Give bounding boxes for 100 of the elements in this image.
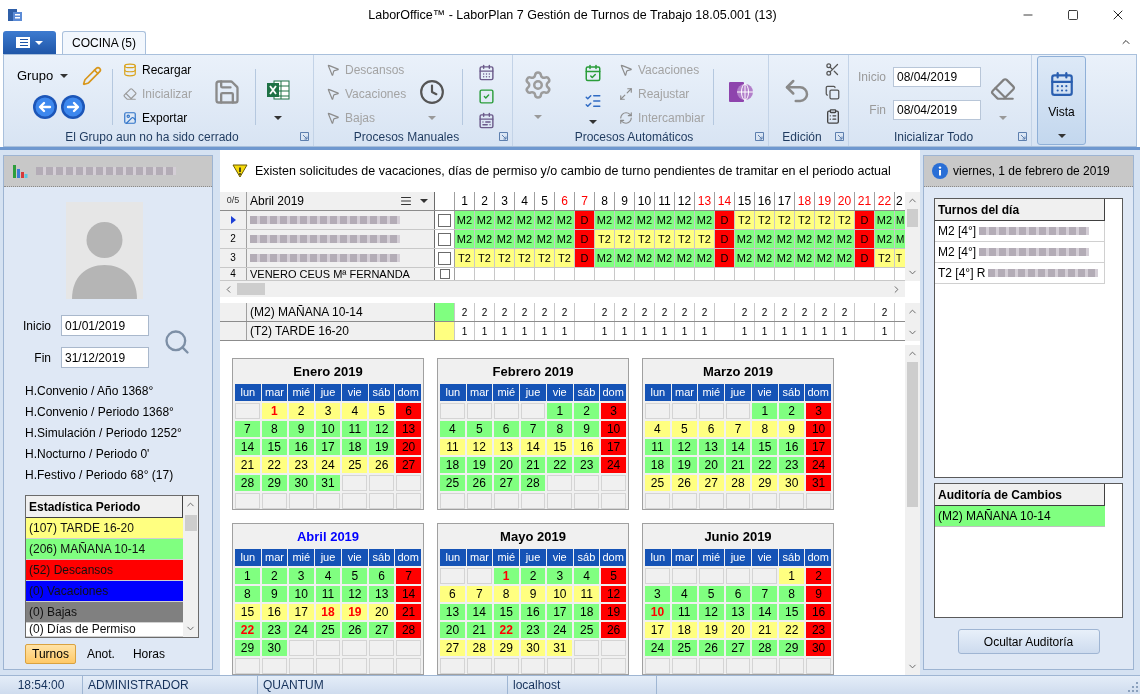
view-button[interactable]: Vista	[1037, 56, 1086, 145]
shift-cell[interactable]: M2	[755, 230, 775, 248]
shift-cell[interactable]: T2	[515, 249, 535, 267]
eraser-icon[interactable]	[988, 76, 1018, 102]
shift-cell[interactable]: M2	[495, 230, 515, 248]
row-header[interactable]: 2	[220, 230, 247, 248]
day-cell[interactable]: 3	[315, 403, 341, 419]
day-cell[interactable]: 2	[288, 403, 314, 419]
day-cell[interactable]: 17	[315, 439, 341, 455]
day-cell[interactable]: 19	[601, 604, 626, 620]
day-cell[interactable]: 4	[645, 421, 670, 437]
day-cell[interactable]: 4	[671, 586, 697, 602]
day-cell[interactable]: 18	[342, 439, 368, 455]
tab[interactable]: Horas	[125, 644, 172, 664]
day-cell[interactable]: 23	[288, 457, 314, 473]
day-cell[interactable]: 7	[396, 568, 421, 584]
day-cell[interactable]: 15	[547, 439, 573, 455]
day-cell[interactable]: 5	[671, 421, 697, 437]
day-cell[interactable]: 21	[752, 622, 778, 638]
day-cell[interactable]: 20	[493, 457, 519, 473]
scroll-thumb[interactable]	[184, 515, 197, 531]
day-cell[interactable]: 24	[645, 640, 670, 656]
shift-label[interactable]: T2 [4°] R	[938, 264, 986, 282]
shift-cell[interactable]: M2	[755, 249, 775, 267]
day-cell[interactable]: 27	[725, 640, 751, 656]
day-cell[interactable]: 20	[369, 604, 395, 620]
shift-cell[interactable]: T2	[755, 211, 775, 229]
scroll-thumb[interactable]	[907, 362, 918, 507]
shift-cell[interactable]: T2	[495, 249, 515, 267]
clipboard-icon[interactable]	[825, 108, 841, 125]
day-cell[interactable]: 5	[369, 403, 395, 419]
day-cell[interactable]: 9	[261, 586, 287, 602]
day-cell[interactable]: 20	[698, 457, 724, 473]
shift-cell[interactable]: M2	[735, 230, 755, 248]
day-cell[interactable]: 25	[342, 457, 368, 473]
day-cell[interactable]: 7	[520, 421, 546, 437]
day-cell[interactable]: 30	[261, 640, 287, 656]
day-cell[interactable]: 21	[520, 457, 546, 473]
shift-cell[interactable]: T2	[655, 230, 675, 248]
day-cell[interactable]: 18	[440, 457, 465, 473]
shift-cell[interactable]: T	[895, 249, 905, 267]
day-cell[interactable]: 20	[396, 439, 421, 455]
day-cell[interactable]: 19	[671, 457, 697, 473]
day-cell[interactable]: 1	[235, 568, 260, 584]
day-cell[interactable]: 4	[440, 421, 465, 437]
day-cell[interactable]: 20	[725, 622, 751, 638]
day-cell[interactable]: 10	[547, 586, 573, 602]
shift-cell[interactable]: D	[715, 230, 735, 248]
scroll-thumb[interactable]	[237, 283, 265, 295]
shift-cell[interactable]: D	[855, 230, 875, 248]
checkbox[interactable]	[439, 269, 450, 279]
day-cell[interactable]: 11	[342, 421, 368, 437]
shift-cell[interactable]: T2	[595, 230, 615, 248]
shift-cell[interactable]: M2	[835, 249, 855, 267]
day-cell[interactable]: 9	[574, 421, 600, 437]
day-cell[interactable]: 7	[752, 586, 778, 602]
shift-cell[interactable]: M2	[635, 249, 655, 267]
day-cell[interactable]: 7	[725, 421, 751, 437]
day-cell[interactable]: 1	[547, 403, 573, 419]
shift-cell[interactable]: M2	[455, 230, 475, 248]
day-cell[interactable]: 25	[671, 640, 697, 656]
day-cell[interactable]: 12	[369, 421, 395, 437]
checkbox-icon[interactable]	[478, 88, 495, 105]
day-cell[interactable]: 4	[342, 403, 368, 419]
day-cell[interactable]: 16	[288, 439, 314, 455]
day-cell[interactable]: 11	[671, 604, 697, 620]
day-cell[interactable]: 10	[806, 421, 831, 437]
day-cell[interactable]: 2	[574, 403, 600, 419]
day-cell[interactable]: 2	[779, 403, 805, 419]
shift-cell[interactable]: T2	[635, 230, 655, 248]
dialog-launcher-icon[interactable]	[499, 132, 508, 141]
shift-cell[interactable]: M2	[655, 249, 675, 267]
day-cell[interactable]: 28	[396, 622, 421, 638]
day-cell[interactable]: 22	[752, 457, 778, 473]
day-cell[interactable]: 5	[466, 421, 492, 437]
shift-cell[interactable]: T2	[535, 249, 555, 267]
shift-cell[interactable]: D	[575, 211, 595, 229]
day-cell[interactable]: 24	[601, 457, 626, 473]
shift-cell[interactable]: D	[715, 211, 735, 229]
row-header[interactable]	[220, 211, 247, 229]
shift-cell[interactable]: M2	[655, 211, 675, 229]
shift-cell[interactable]: M2	[795, 230, 815, 248]
list-row[interactable]: (52) Descansos	[26, 560, 183, 581]
scroll-thumb[interactable]	[907, 209, 918, 227]
day-cell[interactable]: 28	[466, 640, 492, 656]
day-cell[interactable]: 23	[779, 457, 805, 473]
shift-cell[interactable]: D	[715, 249, 735, 267]
day-cell[interactable]: 12	[671, 439, 697, 455]
tab[interactable]: Anot.	[79, 644, 122, 664]
shift-cell[interactable]: M2	[555, 230, 575, 248]
day-cell[interactable]: 5	[698, 586, 724, 602]
day-cell[interactable]: 29	[235, 640, 260, 656]
name-cell[interactable]	[247, 249, 435, 267]
forward-arrow-icon[interactable]	[61, 95, 85, 119]
list-row[interactable]: (M2) MAÑANA 10-14	[935, 506, 1105, 527]
day-cell[interactable]: 16	[779, 439, 805, 455]
day-cell[interactable]: 17	[645, 622, 670, 638]
tab[interactable]: COCINA (5)	[62, 31, 146, 54]
day-cell[interactable]: 9	[288, 421, 314, 437]
day-cell[interactable]: 3	[806, 403, 831, 419]
